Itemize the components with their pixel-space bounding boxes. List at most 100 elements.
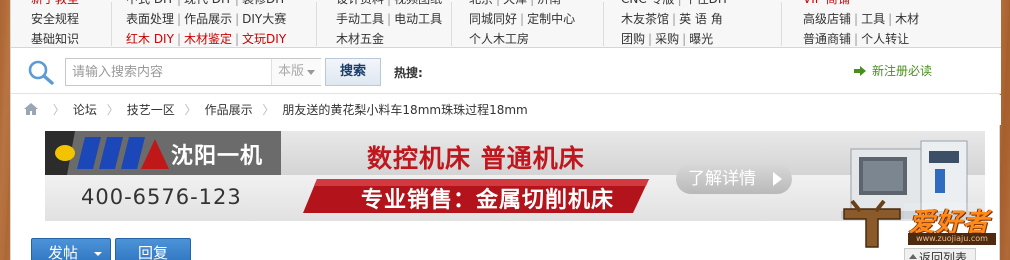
nav-link[interactable]: 木材五金 — [336, 32, 384, 46]
nav-link[interactable]: 装修DIY — [242, 0, 286, 6]
nav-link[interactable]: 天津 — [503, 0, 527, 6]
nav-separator: | — [888, 12, 893, 26]
brand-block: 沈阳一机 — [45, 131, 281, 175]
nav-link[interactable]: 采购 — [655, 32, 679, 46]
nav-group: 木友茶馆 | 英 语 角 — [621, 9, 723, 29]
site-logo-url: www.zuojiaju.com — [908, 233, 996, 245]
banner-headline: 数控机床 普通机床 — [367, 144, 585, 173]
nav-link[interactable]: 定制中心 — [527, 12, 575, 26]
home-icon[interactable] — [23, 102, 39, 116]
search-icon — [28, 60, 54, 85]
brand-name: 沈阳一机 — [171, 144, 264, 169]
nav-separator: | — [854, 32, 859, 46]
chevron-right-icon: 〉 — [262, 103, 275, 117]
nav-link[interactable]: 千住DIY — [685, 0, 729, 6]
nav-separator: | — [672, 12, 677, 26]
nav-separator: | — [235, 0, 239, 6]
nav-link[interactable]: 同城同好 — [469, 12, 517, 26]
nav-link[interactable]: 英 语 角 — [679, 12, 723, 26]
nav-group: 手动工具 | 电动工具 — [336, 9, 442, 29]
new-post-button[interactable]: 发帖 — [31, 238, 111, 260]
nav-group: 表面处理 | 作品展示 | DIY大赛 — [126, 9, 286, 29]
nav-separator: | — [530, 0, 534, 6]
nav-group: 中式 DIY|现代 DIY|装修DIY — [126, 0, 286, 9]
nav-link[interactable]: 工具 — [861, 12, 885, 26]
nav-link[interactable]: 现代 DIY — [184, 0, 232, 6]
nav-link[interactable]: 普通商铺 — [803, 32, 851, 46]
search-box: 本版 — [65, 58, 321, 86]
nav-link[interactable]: 电动工具 — [394, 12, 442, 26]
breadcrumb-item[interactable]: 论坛 — [73, 103, 97, 117]
nav-group: CNC 专版|千住DIY — [621, 0, 729, 9]
nav-link[interactable]: CNC 专版 — [621, 0, 675, 6]
nav-separator: | — [520, 12, 525, 26]
nav-separator: | — [387, 12, 392, 26]
chevron-down-icon — [94, 252, 102, 256]
nav-group: 团购 | 采购 | 曝光 — [621, 29, 713, 49]
search-input[interactable] — [66, 59, 270, 85]
breadcrumb-item[interactable]: 技艺一区 — [127, 103, 175, 117]
brand-logo-icon — [45, 131, 169, 175]
nav-link[interactable]: 作品展示 — [184, 12, 232, 26]
nav-separator: | — [678, 0, 682, 6]
nav-link[interactable]: 基础知识 — [31, 32, 79, 46]
back-to-list-button[interactable]: 返回列表 — [904, 248, 976, 260]
play-icon — [773, 172, 782, 186]
nav-link[interactable]: 中式 DIY — [126, 0, 174, 6]
chevron-up-icon — [909, 254, 917, 259]
nav-group: 北京|天津|济南 — [469, 0, 561, 9]
nav-group: 设计资料|视频图纸 — [336, 0, 442, 9]
nav-separator: | — [177, 0, 181, 6]
banner-subline: 专业销售：金属切削机床 — [361, 188, 615, 213]
nav-group: 新手教室 — [31, 0, 79, 9]
chevron-right-icon: 〉 — [52, 103, 65, 117]
register-guide-link[interactable]: 新注册必读 — [853, 63, 932, 79]
nav-link[interactable]: 北京 — [469, 0, 493, 6]
nav-separator: | — [176, 32, 181, 46]
nav-link[interactable]: 手动工具 — [336, 12, 384, 26]
nav-separator: | — [854, 12, 859, 26]
breadcrumb-current: 朋友送的黄花梨小料车18mm珠珠过程18mm — [282, 103, 528, 117]
nav-link[interactable]: 木材鉴定 — [184, 32, 232, 46]
nav-link[interactable]: 视频图纸 — [394, 0, 442, 6]
nav-link[interactable]: VIP 商铺 — [803, 0, 850, 6]
nav-link[interactable]: 表面处理 — [126, 12, 174, 26]
nav-link[interactable]: DIY大赛 — [242, 12, 286, 26]
chevron-right-icon: 〉 — [106, 103, 119, 117]
banner-phone: 400-6576-123 — [81, 185, 242, 209]
top-nav: 新手教室中式 DIY|现代 DIY|装修DIY设计资料|视频图纸北京|天津|济南… — [11, 0, 1001, 48]
new-post-label: 发帖 — [48, 244, 79, 260]
nav-group: 个人木工房 — [469, 29, 529, 49]
nav-link[interactable]: 红木 DIY — [126, 32, 174, 46]
nav-row: 新手教室中式 DIY|现代 DIY|装修DIY设计资料|视频图纸北京|天津|济南… — [11, 0, 1001, 9]
nav-row: 安全规程 表面处理 | 作品展示 | DIY大赛 手动工具 | 电动工具 同城同好 | 定制中心 木友茶… — [11, 9, 1001, 29]
arrow-right-icon — [854, 65, 866, 76]
nav-group: 高级店铺 | 工具 | 木材 — [803, 9, 919, 29]
nav-group: 普通商铺 | 个人转让 — [803, 29, 909, 49]
nav-link[interactable]: 济南 — [537, 0, 561, 6]
nav-link[interactable]: 文玩DIY — [242, 32, 286, 46]
nav-separator: | — [235, 32, 240, 46]
register-guide-label: 新注册必读 — [872, 64, 933, 78]
nav-group: 安全规程 — [31, 9, 79, 29]
nav-link[interactable]: 个人木工房 — [469, 32, 529, 46]
nav-link[interactable]: 新手教室 — [31, 0, 79, 6]
search-scope-select[interactable]: 本版 — [271, 59, 321, 85]
nav-link[interactable]: 团购 — [621, 32, 645, 46]
learn-more-label: 了解详情 — [688, 169, 756, 189]
nav-separator: | — [496, 0, 500, 6]
learn-more-button[interactable]: 了解详情 — [676, 164, 792, 194]
nav-link[interactable]: 曝光 — [689, 32, 713, 46]
nav-link[interactable]: 个人转让 — [861, 32, 909, 46]
nav-separator: | — [235, 12, 240, 26]
nav-group: VIP 商铺 — [803, 0, 850, 9]
nav-separator: | — [648, 32, 653, 46]
nav-link[interactable]: 安全规程 — [31, 12, 79, 26]
search-button[interactable]: 搜索 — [325, 58, 381, 86]
breadcrumb-item[interactable]: 作品展示 — [205, 103, 253, 117]
nav-link[interactable]: 木友茶馆 — [621, 12, 669, 26]
nav-link[interactable]: 高级店铺 — [803, 12, 851, 26]
reply-button[interactable]: 回复 — [115, 238, 191, 260]
nav-link[interactable]: 设计资料 — [336, 0, 384, 6]
nav-link[interactable]: 木材 — [895, 12, 919, 26]
